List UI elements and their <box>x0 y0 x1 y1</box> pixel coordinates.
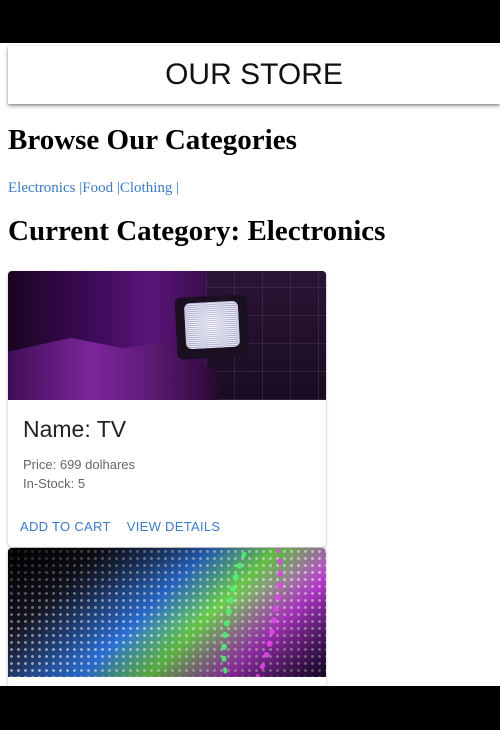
category-link-clothing[interactable]: Clothing <box>120 180 173 196</box>
image-tv-screen <box>183 300 241 350</box>
app-bar: OUR STORE <box>8 46 500 104</box>
card-actions: ADD TO CART VIEW DETAILS <box>20 519 220 534</box>
product-card-speaker <box>8 548 326 686</box>
tv-product-image[interactable] <box>8 271 326 400</box>
category-link-food[interactable]: Food <box>82 180 113 196</box>
page-viewport: OUR STORE Browse Our Categories Electron… <box>0 43 500 686</box>
card-content: Name: TV Price: 699 dolhares In-Stock: 5 <box>8 400 326 491</box>
product-price: Price: 699 dolhares <box>23 457 136 472</box>
product-stock: In-Stock: 5 <box>23 476 86 491</box>
category-links: Electronics |Food |Clothing | <box>8 180 179 197</box>
speaker-product-image[interactable] <box>8 548 326 677</box>
current-category-heading: Current Category: Electronics <box>8 215 386 247</box>
product-card-tv: Name: TV Price: 699 dolhares In-Stock: 5… <box>8 271 326 547</box>
category-separator: | <box>176 180 180 196</box>
store-title: OUR STORE <box>165 58 343 91</box>
add-to-cart-button[interactable]: ADD TO CART <box>20 519 111 534</box>
browse-heading: Browse Our Categories <box>8 124 297 156</box>
view-details-button[interactable]: VIEW DETAILS <box>127 519 221 534</box>
category-link-electronics[interactable]: Electronics <box>8 180 75 196</box>
product-name: Name: TV <box>23 416 127 442</box>
